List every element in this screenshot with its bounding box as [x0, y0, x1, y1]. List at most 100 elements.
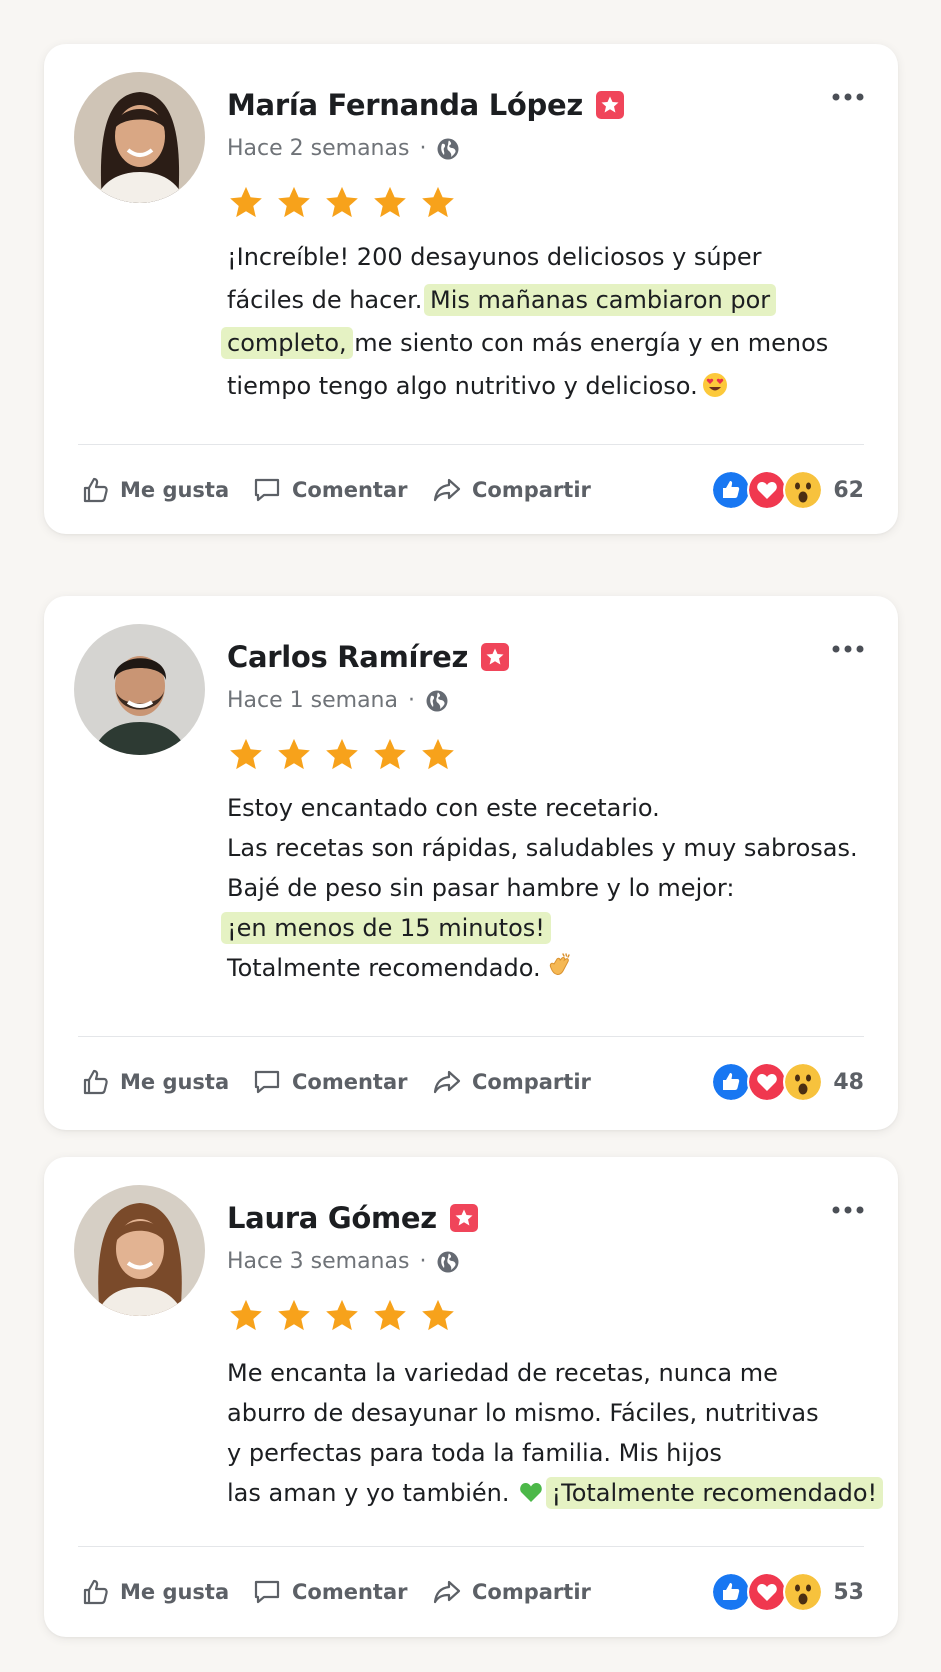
top-fan-badge-icon [595, 91, 624, 119]
star-icon [374, 1299, 406, 1331]
review-line: fáciles de hacer. Mis mañanas cambiaron … [227, 279, 878, 322]
star-icon [326, 738, 358, 770]
review-card: Laura Gómez Hace 3 semanas · Me encanta … [44, 1157, 898, 1637]
like-label: Me gusta [120, 1070, 230, 1094]
heart-eyes-emoji-icon [702, 373, 727, 397]
review-line: Me encanta la variedad de recetas, nunca… [227, 1359, 778, 1387]
love-reaction-icon [747, 470, 788, 510]
reviewer-name[interactable]: María Fernanda López [227, 88, 583, 122]
love-reaction-icon [747, 1572, 788, 1612]
wow-reaction-icon [783, 1062, 824, 1102]
share-button[interactable]: Compartir [432, 475, 591, 505]
like-label: Me gusta [120, 1580, 230, 1604]
star-icon [422, 186, 454, 218]
star-icon [230, 738, 262, 770]
like-button[interactable]: Me gusta [80, 1577, 229, 1607]
top-fan-badge-icon [481, 643, 510, 671]
avatar[interactable] [74, 624, 205, 755]
review-line: Estoy encantado con este recetario. [227, 794, 660, 822]
review-fragment: me siento con más energía y en menos [354, 329, 829, 357]
globe-icon [437, 138, 459, 159]
review-line: Las recetas son rápidas, saludables y mu… [227, 834, 858, 862]
post-timestamp[interactable]: Hace 1 semana [227, 688, 398, 713]
green-heart-emoji-icon [519, 1482, 542, 1502]
reactions-summary[interactable]: 53 [711, 1572, 864, 1612]
comment-bubble-icon [254, 478, 280, 502]
star-icon [422, 738, 454, 770]
review-text: ¡Increíble! 200 desayunos deliciosos y s… [221, 236, 878, 408]
review-text: Estoy encantado con este recetario. Las … [221, 788, 878, 988]
love-reaction-icon [747, 1062, 788, 1102]
comment-bubble-icon [254, 1580, 280, 1604]
reviewer-name[interactable]: Carlos Ramírez [227, 640, 468, 674]
review-line: y perfectas para toda la familia. Mis hi… [227, 1439, 722, 1467]
avatar[interactable] [74, 72, 205, 203]
star-icon [230, 186, 262, 218]
review-line: Totalmente recomendado. [227, 948, 878, 988]
comment-bubble-icon [254, 1070, 280, 1094]
thumbs-up-icon [83, 1579, 108, 1605]
highlighted-text: Mis mañanas cambiaron por [424, 284, 777, 316]
share-label: Compartir [472, 478, 591, 502]
globe-icon [437, 1251, 459, 1272]
share-button[interactable]: Compartir [432, 1577, 591, 1607]
review-line: completo, me siento con más energía y en… [221, 322, 878, 365]
review-line: ¡Increíble! 200 desayunos deliciosos y s… [227, 243, 762, 271]
more-options-icon[interactable] [828, 1197, 868, 1223]
star-icon [278, 186, 310, 218]
divider [78, 1036, 864, 1037]
like-reaction-icon [711, 1572, 752, 1612]
globe-icon [426, 690, 448, 711]
like-button[interactable]: Me gusta [80, 475, 229, 505]
review-fragment: tiempo tengo algo nutritivo y delicioso. [227, 372, 698, 400]
comment-label: Comentar [292, 478, 408, 502]
review-line: tiempo tengo algo nutritivo y delicioso. [227, 365, 878, 408]
share-arrow-icon [433, 478, 461, 502]
comment-label: Comentar [292, 1070, 408, 1094]
wow-reaction-icon [783, 1572, 824, 1612]
star-icon [230, 1299, 262, 1331]
share-label: Compartir [472, 1070, 591, 1094]
reviewer-name[interactable]: Laura Gómez [227, 1201, 437, 1235]
top-fan-badge-icon [449, 1204, 478, 1232]
comment-button[interactable]: Comentar [252, 1067, 407, 1097]
review-line: aburro de desayunar lo mismo. Fáciles, n… [227, 1399, 819, 1427]
comment-button[interactable]: Comentar [252, 475, 407, 505]
review-text: Me encanta la variedad de recetas, nunca… [227, 1353, 884, 1513]
reaction-count: 62 [833, 477, 864, 503]
review-line: ¡en menos de 15 minutos! [221, 908, 878, 948]
reaction-count: 48 [833, 1069, 864, 1095]
like-reaction-icon [711, 470, 752, 510]
star-icon [278, 738, 310, 770]
reactions-summary[interactable]: 48 [711, 1062, 864, 1102]
thumbs-up-icon [83, 477, 108, 503]
review-fragment: Totalmente recomendado. [227, 954, 541, 982]
divider [78, 1546, 864, 1547]
highlighted-text: completo, [221, 327, 353, 359]
more-options-icon[interactable] [828, 84, 868, 110]
like-reaction-icon [711, 1062, 752, 1102]
share-button[interactable]: Compartir [432, 1067, 591, 1097]
share-arrow-icon [433, 1070, 461, 1094]
star-icon [326, 186, 358, 218]
star-rating [227, 184, 457, 222]
share-arrow-icon [433, 1580, 461, 1604]
avatar[interactable] [74, 1185, 205, 1316]
star-icon [374, 738, 406, 770]
review-fragment: fáciles de hacer. [227, 286, 423, 314]
more-options-icon[interactable] [828, 636, 868, 662]
post-timestamp[interactable]: Hace 2 semanas [227, 136, 409, 161]
review-card: Carlos Ramírez Hace 1 semana · Estoy enc… [44, 596, 898, 1130]
star-icon [374, 186, 406, 218]
divider [78, 444, 864, 445]
like-button[interactable]: Me gusta [80, 1067, 229, 1097]
star-icon [422, 1299, 454, 1331]
post-timestamp[interactable]: Hace 3 semanas [227, 1249, 409, 1274]
comment-button[interactable]: Comentar [252, 1577, 407, 1607]
review-card: María Fernanda López Hace 2 semanas · ¡I… [44, 44, 898, 534]
share-label: Compartir [472, 1580, 591, 1604]
comment-label: Comentar [292, 1580, 408, 1604]
star-icon [278, 1299, 310, 1331]
reactions-summary[interactable]: 62 [711, 470, 864, 510]
star-icon [326, 1299, 358, 1331]
